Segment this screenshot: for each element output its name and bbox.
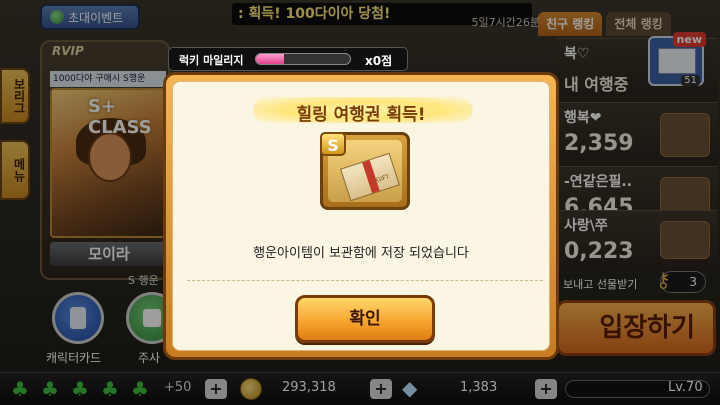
dialog-title: 힐링 여행권 획득! [296,105,426,125]
dialog-divider [187,280,543,281]
lucky-mileage-bar: 럭키 마일리지 x0점 [168,47,408,71]
ticket-icon: GIFT [340,152,400,202]
ticket-gift-text: GIFT [375,173,391,185]
reward-dialog: 힐링 여행권 획득! GIFT S 행운아이템이 보관함에 저장 되었습니다 확… [163,72,559,360]
mileage-label: 럭키 마일리지 [179,54,244,67]
dialog-message: 행운아이템이 보관함에 저장 되었습니다 [253,246,469,261]
s-grade-badge: S [320,132,346,156]
mileage-value: x0점 [365,54,393,68]
mileage-fill [256,54,285,64]
reward-item: GIFT S [320,132,410,210]
dialog-body: 힐링 여행권 획득! GIFT S 행운아이템이 보관함에 저장 되었습니다 확… [172,81,550,351]
mileage-track [255,53,351,65]
confirm-button[interactable]: 확인 [295,295,435,343]
